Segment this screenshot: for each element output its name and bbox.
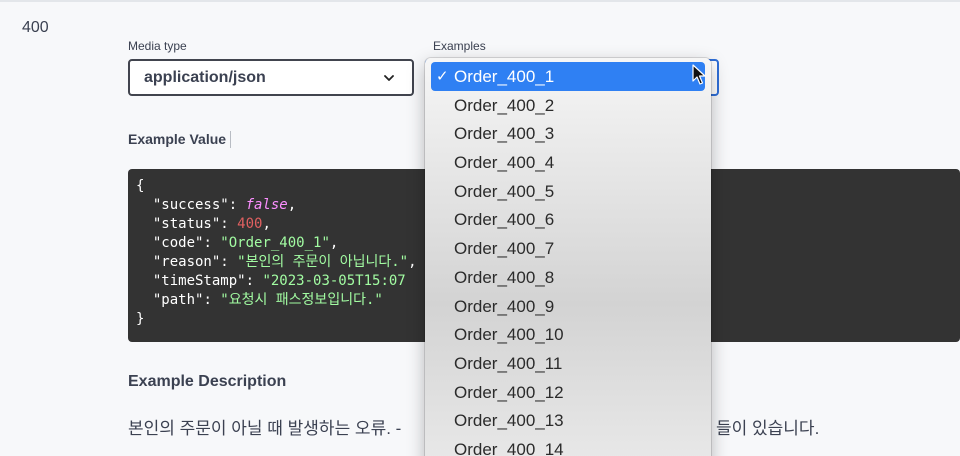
code-token: : [220, 254, 238, 270]
examples-option-label: Order_400_3 [454, 124, 555, 144]
code-token: , [329, 235, 339, 251]
code-token: "2023-03-05T15:07 [262, 273, 406, 289]
code-token: "code" [152, 235, 204, 251]
examples-option-label: Order_400_7 [454, 239, 555, 259]
examples-option-label: Order_400_9 [454, 296, 555, 316]
code-token: "status" [152, 216, 221, 232]
examples-option[interactable]: ✓ Order_400_1 [431, 62, 705, 91]
examples-option[interactable]: Order_400_9 [431, 292, 705, 321]
code-token: } [136, 311, 145, 327]
examples-option-label: Order_400_6 [454, 210, 555, 230]
code-token: : [228, 197, 246, 213]
example-description-text: 본인의 주문이 아닐 때 발생하는 오류. - [128, 419, 402, 438]
examples-option-label: Order_400_13 [454, 411, 564, 431]
examples-option[interactable]: Order_400_8 [431, 263, 705, 292]
example-description-heading: Example Description [128, 373, 287, 390]
example-value-tab[interactable]: Example Value [128, 131, 226, 147]
examples-option[interactable]: Order_400_7 [431, 234, 705, 263]
media-type-select[interactable]: application/json [128, 59, 414, 96]
examples-option-label: Order_400_12 [454, 382, 564, 402]
code-token: : [203, 292, 221, 308]
examples-option[interactable]: Order_400_12 [431, 378, 705, 407]
code-token: "timeStamp" [152, 273, 246, 289]
examples-option[interactable]: Order_400_13 [431, 406, 705, 435]
code-token: "reason" [152, 254, 221, 270]
examples-option-label: Order_400_2 [454, 95, 555, 115]
code-token: { [136, 178, 145, 194]
examples-option[interactable]: Order_400_5 [431, 177, 705, 206]
code-token: : [220, 216, 238, 232]
code-token: : [245, 273, 263, 289]
examples-option[interactable]: Order_400_10 [431, 320, 705, 349]
code-token: false [245, 197, 288, 213]
code-token: 400 [237, 216, 263, 232]
code-token: , [287, 197, 297, 213]
examples-label: Examples [433, 39, 486, 53]
examples-option[interactable]: Order_400_11 [431, 349, 705, 378]
tab-divider [230, 131, 231, 148]
code-token: "요청시 패스정보입니다." [220, 292, 383, 308]
examples-dropdown-menu: ✓ Order_400_1 Order_400_2 Order_400_3 Order_… [425, 58, 711, 456]
media-type-label: Media type [128, 39, 187, 53]
code-token: , [262, 216, 271, 232]
examples-option-label: Order_400_5 [454, 181, 555, 201]
examples-option-label: Order_400_10 [454, 325, 564, 345]
code-token: : [203, 235, 221, 251]
media-type-value: application/json [144, 69, 266, 86]
examples-option[interactable]: Order_400_2 [431, 91, 705, 120]
checkmark-icon: ✓ [436, 68, 449, 85]
examples-option[interactable]: Order_400_4 [431, 148, 705, 177]
mouse-cursor-icon [692, 64, 706, 85]
examples-option-label: Order_400_4 [454, 153, 555, 173]
chevron-down-icon [384, 75, 394, 81]
examples-option[interactable]: Order_400_14 [431, 435, 705, 456]
examples-option-label: Order_400_1 [454, 67, 555, 86]
examples-option[interactable]: Order_400_6 [431, 205, 705, 234]
code-token: , [408, 254, 417, 270]
code-token: "Order_400_1" [220, 235, 330, 251]
examples-option-label: Order_400_8 [454, 267, 555, 287]
examples-option-label: Order_400_14 [454, 439, 564, 456]
examples-option[interactable]: Order_400_3 [431, 119, 705, 148]
response-status-code: 400 [22, 19, 49, 36]
code-token: "success" [152, 197, 229, 213]
code-token: "path" [152, 292, 204, 308]
example-description-text-tail: 들이 있습니다. [716, 419, 820, 438]
top-divider [0, 0, 960, 2]
examples-option-label: Order_400_11 [454, 353, 563, 373]
code-token: "본인의 주문이 아닙니다." [237, 254, 409, 270]
